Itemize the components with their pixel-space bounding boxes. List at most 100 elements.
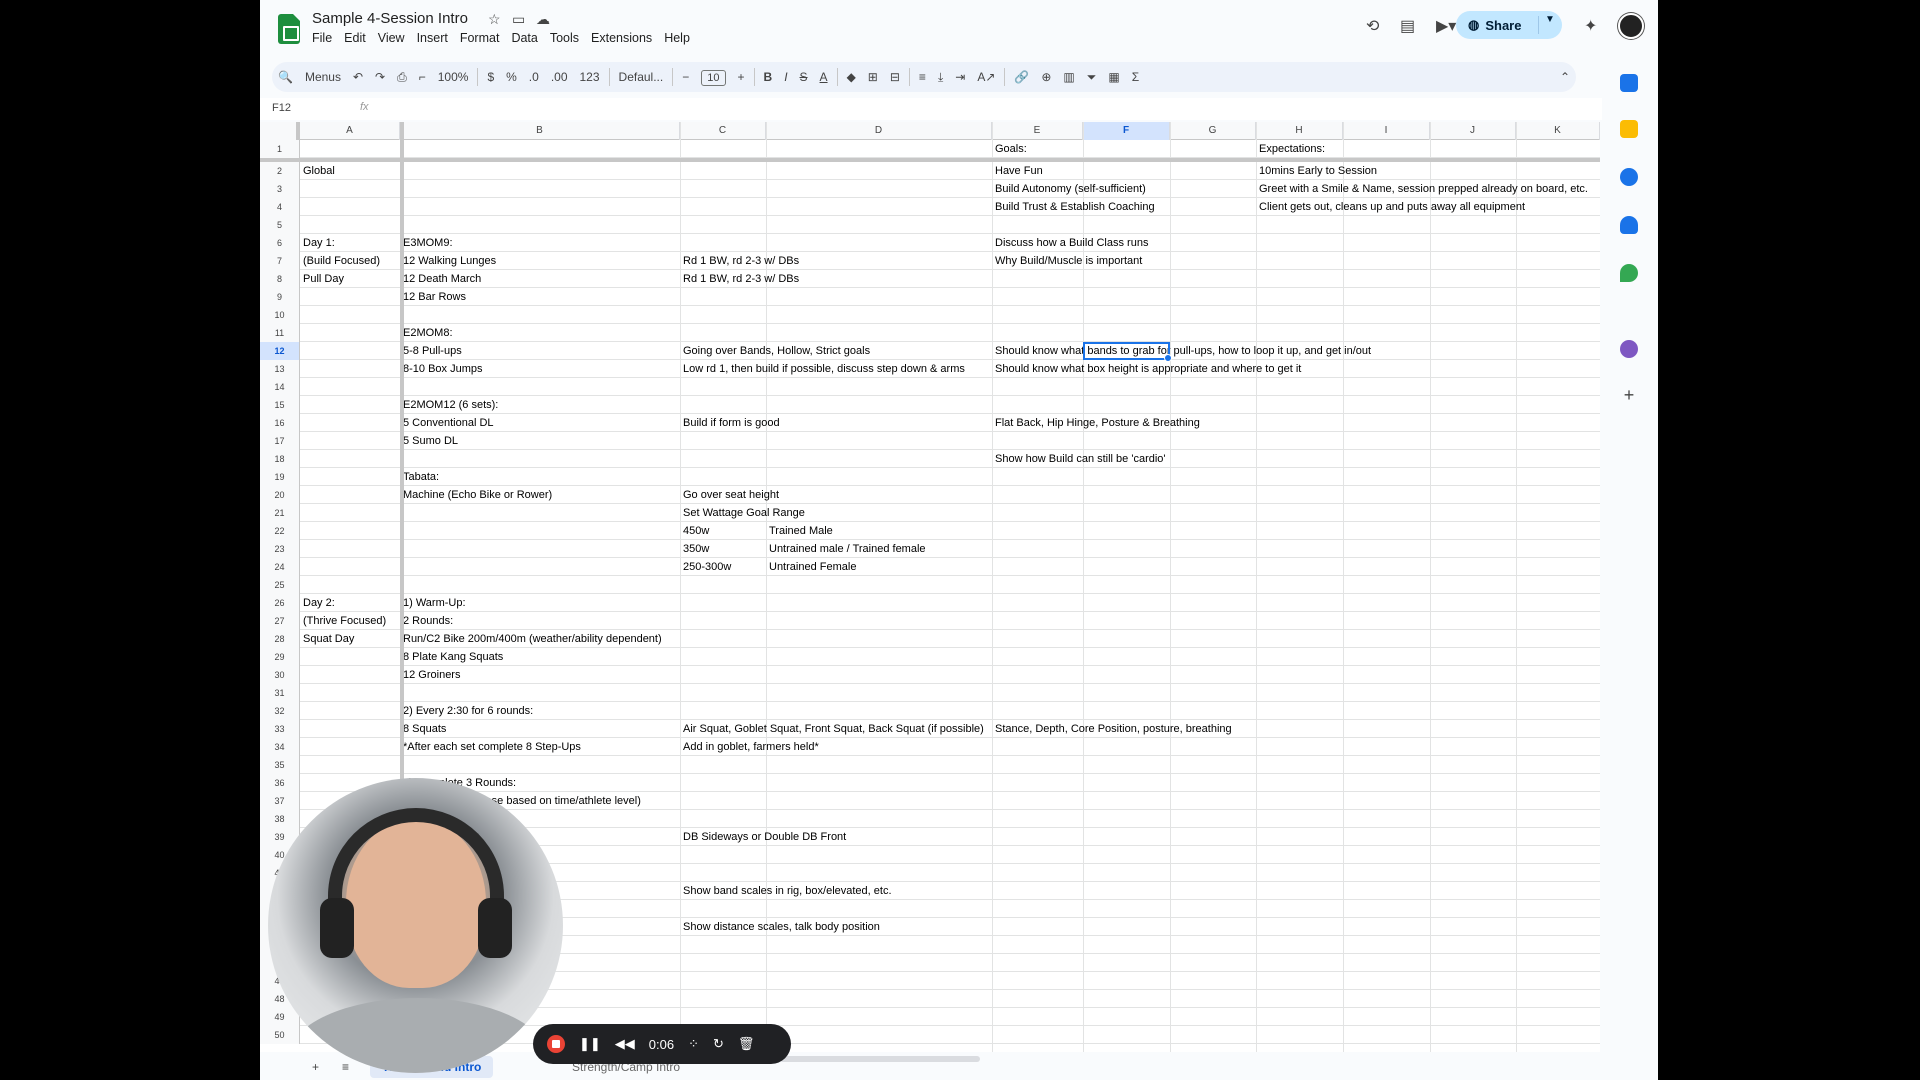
row-header[interactable]: 5 bbox=[260, 216, 300, 234]
row-header[interactable]: 12 bbox=[260, 342, 300, 360]
star-icon[interactable]: ☆ bbox=[488, 11, 501, 28]
row-header[interactable]: 6 bbox=[260, 234, 300, 252]
cell-b9[interactable]: 12 Bar Rows bbox=[400, 288, 466, 306]
menu-view[interactable]: View bbox=[378, 31, 412, 45]
tasks-icon[interactable] bbox=[1620, 168, 1638, 186]
print-icon[interactable]: ⎙ bbox=[391, 70, 413, 85]
gemini-icon[interactable]: ✦ bbox=[1584, 16, 1597, 36]
cell-b28[interactable]: Run/C2 Bike 200m/400m (weather/ability d… bbox=[400, 630, 662, 648]
column-header-f[interactable]: F bbox=[1083, 122, 1170, 140]
vertical-align-icon[interactable]: ⤓ bbox=[932, 70, 949, 85]
cell-c44[interactable]: Show distance scales, talk body position bbox=[680, 918, 880, 936]
version-history-icon[interactable]: ⟲ bbox=[1366, 16, 1379, 36]
cell-e2[interactable]: Have Fun bbox=[992, 162, 1043, 180]
row-header[interactable]: 15 bbox=[260, 396, 300, 414]
font-size-increase-icon[interactable]: + bbox=[732, 70, 751, 84]
font-size-input[interactable]: 10 bbox=[701, 70, 726, 86]
cell-c39[interactable]: DB Sideways or Double DB Front bbox=[680, 828, 846, 846]
cell-c12[interactable]: Going over Bands, Hollow, Strict goals bbox=[680, 342, 870, 360]
row-header[interactable]: 19 bbox=[260, 468, 300, 486]
rewind-icon[interactable]: ◀◀ bbox=[615, 1036, 635, 1052]
move-folder-icon[interactable]: ▭ bbox=[512, 11, 525, 28]
filter-views-icon[interactable]: ▦ bbox=[1102, 70, 1125, 84]
get-addons-icon[interactable]: + bbox=[1620, 386, 1638, 404]
collapse-toolbar-icon[interactable]: ⌃ bbox=[1554, 70, 1576, 84]
column-header-e[interactable]: E bbox=[992, 122, 1083, 140]
cell-b29[interactable]: 8 Plate Kang Squats bbox=[400, 648, 503, 666]
calendar-icon[interactable] bbox=[1620, 74, 1638, 92]
column-header-k[interactable]: K bbox=[1516, 122, 1600, 140]
zoom-select[interactable]: 100% bbox=[432, 70, 475, 84]
cloud-status-icon[interactable]: ☁ bbox=[536, 11, 550, 28]
cell-h4[interactable]: Client gets out, cleans up and puts away… bbox=[1256, 198, 1525, 216]
menu-extensions[interactable]: Extensions bbox=[591, 31, 659, 45]
column-header-i[interactable]: I bbox=[1343, 122, 1430, 140]
insert-chart-icon[interactable]: ▥ bbox=[1057, 70, 1080, 84]
cell-b34[interactable]: *After each set complete 8 Step-Ups bbox=[400, 738, 581, 756]
increase-decimal-button[interactable]: .00 bbox=[545, 70, 574, 84]
row-header[interactable]: 2 bbox=[260, 162, 300, 180]
cell-c8[interactable]: Rd 1 BW, rd 2-3 w/ DBs bbox=[680, 270, 799, 288]
row-header[interactable]: 14 bbox=[260, 378, 300, 396]
cell-h2[interactable]: 10mins Early to Session bbox=[1256, 162, 1377, 180]
cell-b17[interactable]: 5 Sumo DL bbox=[400, 432, 458, 450]
cell-b16[interactable]: 5 Conventional DL bbox=[400, 414, 494, 432]
row-header[interactable]: 32 bbox=[260, 702, 300, 720]
row-header[interactable]: 29 bbox=[260, 648, 300, 666]
functions-icon[interactable]: Σ bbox=[1126, 70, 1145, 84]
cell-c24[interactable]: 250-300w bbox=[680, 558, 731, 576]
column-header-a[interactable]: A bbox=[300, 122, 400, 140]
sheets-logo-icon[interactable] bbox=[278, 14, 300, 44]
cell-c16[interactable]: Build if form is good bbox=[680, 414, 780, 432]
cell-e7[interactable]: Why Build/Muscle is important bbox=[992, 252, 1142, 270]
cell-b7[interactable]: 12 Walking Lunges bbox=[400, 252, 496, 270]
cell-c7[interactable]: Rd 1 BW, rd 2-3 w/ DBs bbox=[680, 252, 799, 270]
row-header[interactable]: 4 bbox=[260, 198, 300, 216]
cell-b8[interactable]: 12 Death March bbox=[400, 270, 481, 288]
paint-format-icon[interactable]: ⌐ bbox=[413, 70, 432, 84]
row-header[interactable]: 16 bbox=[260, 414, 300, 432]
row-header[interactable]: 7 bbox=[260, 252, 300, 270]
menu-help[interactable]: Help bbox=[664, 31, 697, 45]
column-header-c[interactable]: C bbox=[680, 122, 766, 140]
cell-a6[interactable]: Day 1: bbox=[300, 234, 335, 252]
cell-b33[interactable]: 8 Squats bbox=[400, 720, 446, 738]
cell-e4[interactable]: Build Trust & Establish Coaching bbox=[992, 198, 1155, 216]
column-header-g[interactable]: G bbox=[1170, 122, 1256, 140]
row-header[interactable]: 36 bbox=[260, 774, 300, 792]
row-header[interactable]: 11 bbox=[260, 324, 300, 342]
row-header[interactable]: 10 bbox=[260, 306, 300, 324]
column-header-b[interactable]: B bbox=[400, 122, 680, 140]
fill-color-icon[interactable]: ◆ bbox=[841, 70, 862, 84]
column-header-d[interactable]: D bbox=[766, 122, 992, 140]
cell-h3[interactable]: Greet with a Smile & Name, session prepp… bbox=[1256, 180, 1588, 198]
row-header[interactable]: 25 bbox=[260, 576, 300, 594]
share-button[interactable]: ◍ Share ▼ bbox=[1456, 11, 1562, 39]
row-header[interactable]: 27 bbox=[260, 612, 300, 630]
cell-b6[interactable]: E3MOM9: bbox=[400, 234, 453, 252]
undo-icon[interactable]: ↶ bbox=[347, 70, 369, 84]
cell-a7[interactable]: (Build Focused) bbox=[300, 252, 380, 270]
active-cell-selection[interactable] bbox=[1083, 342, 1172, 362]
filter-icon[interactable]: ⏷ bbox=[1081, 70, 1103, 85]
document-title[interactable]: Sample 4-Session Intro bbox=[312, 10, 468, 27]
cell-e1[interactable]: Goals: bbox=[992, 140, 1027, 158]
cell-c34[interactable]: Add in goblet, farmers held* bbox=[680, 738, 819, 756]
frozen-row-divider[interactable] bbox=[260, 158, 1600, 162]
row-header[interactable]: 37 bbox=[260, 792, 300, 810]
insert-comment-icon[interactable]: ⊕ bbox=[1035, 70, 1057, 84]
drawing-tools-icon[interactable]: ⁘ bbox=[688, 1036, 699, 1052]
search-menus-icon[interactable]: 🔍 bbox=[272, 70, 299, 84]
menu-data[interactable]: Data bbox=[511, 31, 544, 45]
column-header-j[interactable]: J bbox=[1430, 122, 1516, 140]
restart-icon[interactable]: ↻ bbox=[713, 1036, 724, 1052]
row-header[interactable]: 1 bbox=[260, 140, 300, 158]
italic-icon[interactable]: I bbox=[778, 70, 793, 84]
cell-a2[interactable]: Global bbox=[300, 162, 335, 180]
search-menus-label[interactable]: Menus bbox=[299, 70, 347, 84]
row-header[interactable]: 35 bbox=[260, 756, 300, 774]
row-header[interactable]: 34 bbox=[260, 738, 300, 756]
row-header[interactable]: 38 bbox=[260, 810, 300, 828]
cell-b15[interactable]: E2MOM12 (6 sets): bbox=[400, 396, 498, 414]
row-header[interactable]: 31 bbox=[260, 684, 300, 702]
